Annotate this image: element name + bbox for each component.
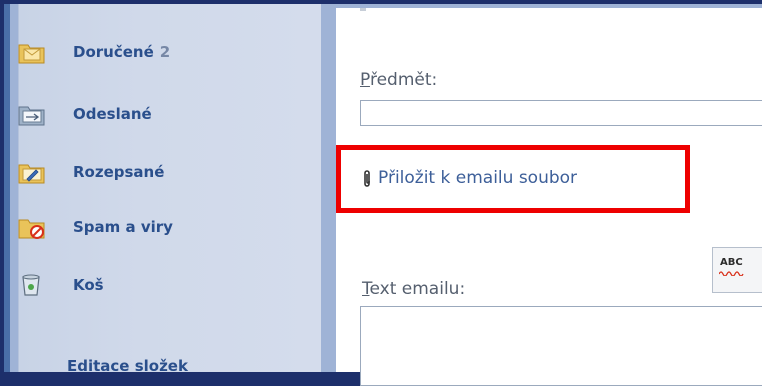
spam-folder-icon [18, 219, 45, 239]
email-text-label-accesskey: T [362, 279, 370, 299]
inbox-folder-icon [18, 44, 45, 64]
subject-label-accesskey: P [360, 70, 370, 90]
sidebar-item-label: Spam a viry [73, 218, 173, 236]
spellcheck-label: ABC [720, 257, 743, 268]
email-text-label-text: ext emailu: [369, 279, 466, 299]
trash-icon [22, 274, 40, 296]
sidebar-item-inbox[interactable]: Doručené 2 [18, 39, 171, 65]
sidebar-item-spam[interactable]: Spam a viry [18, 214, 173, 240]
spellcheck-button[interactable]: ABC [712, 247, 762, 293]
attach-file-link[interactable]: Přiložit k emailu soubor [362, 168, 577, 188]
sidebar-item-label: Doručené [73, 43, 154, 61]
subject-label-text: ředmět: [369, 70, 438, 90]
sidebar-item-sent[interactable]: Odeslané [18, 101, 152, 127]
edit-folders-link[interactable]: Editace složek [67, 357, 188, 375]
drafts-folder-icon [18, 164, 45, 184]
unread-count-badge: 2 [159, 43, 171, 61]
attach-file-label: Přiložit k emailu soubor [378, 168, 578, 188]
paperclip-icon [364, 170, 370, 187]
sidebar-item-drafts[interactable]: Rozepsané [18, 159, 165, 185]
divider [360, 8, 366, 11]
email-body-textarea[interactable] [360, 306, 762, 386]
spellcheck-icon [719, 271, 744, 276]
sidebar-item-label: Odeslané [73, 105, 152, 123]
window-frame: Doručené 2 Odeslané Rozepsané Spam a vir… [4, 4, 762, 386]
sidebar-item-trash[interactable]: Koš [22, 272, 104, 298]
sent-folder-icon [18, 106, 45, 126]
subject-input[interactable] [360, 100, 762, 126]
sidebar-item-label: Koš [73, 276, 104, 294]
subject-label: Předmět: [360, 70, 437, 90]
email-text-label: Text emailu: [362, 279, 465, 299]
sidebar-item-label: Rozepsané [73, 163, 165, 181]
compose-panel: Předmět: Přiložit k emailu soubor ABC Te… [336, 8, 762, 386]
folder-sidebar: Doručené 2 Odeslané Rozepsané Spam a vir… [18, 4, 321, 375]
